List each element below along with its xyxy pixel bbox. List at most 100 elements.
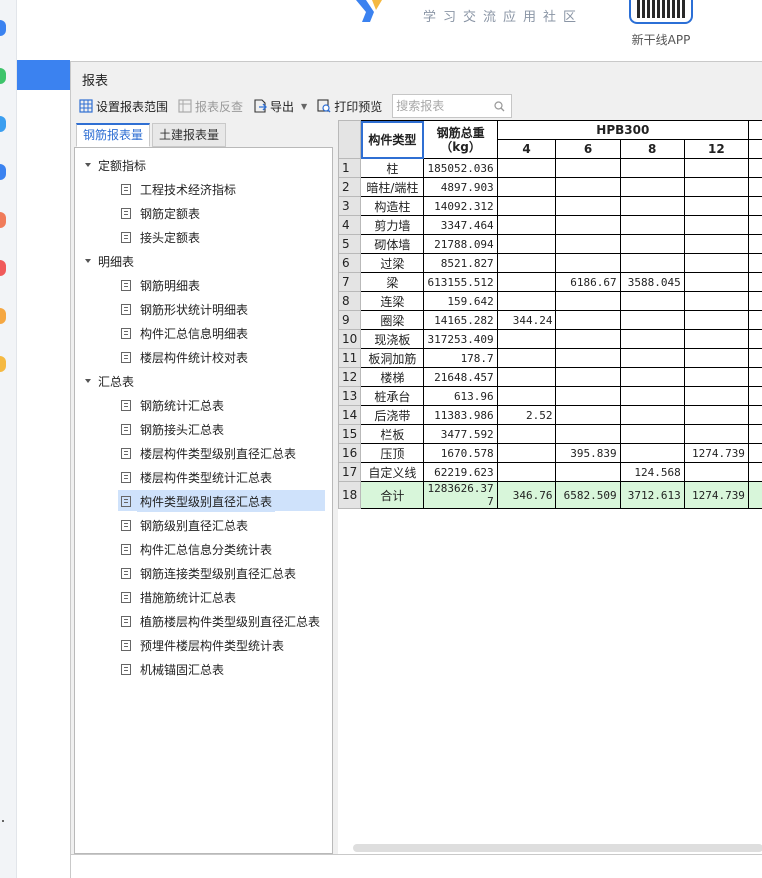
cell-value[interactable]: 1274.739 xyxy=(683,481,749,509)
header-diameter[interactable]: 4 xyxy=(496,139,557,159)
cell-value[interactable]: 317253.409 xyxy=(423,329,498,349)
cell-member-type[interactable]: 暗柱/端柱 xyxy=(360,177,425,197)
cell-member-type[interactable]: 后浇带 xyxy=(360,405,425,425)
report-reverse-button[interactable]: 报表反查 xyxy=(178,98,243,115)
cell-value[interactable] xyxy=(683,348,749,368)
cell-value[interactable]: 62219.623 xyxy=(423,462,498,482)
cell-value[interactable] xyxy=(496,424,557,444)
tree-group[interactable]: 明细表 xyxy=(75,249,332,273)
cell-value[interactable] xyxy=(555,291,621,311)
cell-value[interactable] xyxy=(619,177,685,197)
cell-member-type[interactable]: 桩承台 xyxy=(360,386,425,406)
table-row[interactable]: 1 柱 185052.036 xyxy=(338,158,762,178)
cell-value[interactable] xyxy=(496,272,557,292)
tree-item[interactable]: 钢筋接头汇总表 xyxy=(75,417,332,441)
cell-value[interactable] xyxy=(683,424,749,444)
cell-value[interactable]: 11383.986 xyxy=(423,405,498,425)
cell-value[interactable]: 124.568 xyxy=(619,462,685,482)
tree-item[interactable]: 钢筋统计汇总表 xyxy=(75,393,332,417)
rail-app-icon[interactable] xyxy=(0,212,6,228)
cell-value[interactable] xyxy=(619,443,685,463)
cell-value[interactable] xyxy=(496,158,557,178)
cell-value[interactable] xyxy=(555,329,621,349)
cell-member-type[interactable]: 楼梯 xyxy=(360,367,425,387)
cell-value[interactable] xyxy=(683,367,749,387)
cell-member-type[interactable]: 圈梁 xyxy=(360,310,425,330)
horizontal-scrollbar[interactable] xyxy=(353,844,762,852)
cell-value[interactable] xyxy=(683,405,749,425)
cell-member-type[interactable]: 构造柱 xyxy=(360,196,425,216)
table-row[interactable]: 5 砌体墙 21788.094 xyxy=(338,234,762,254)
caret-down-icon[interactable] xyxy=(85,163,91,167)
cell-value[interactable] xyxy=(555,348,621,368)
export-button[interactable]: 导出 ▼ xyxy=(253,98,307,115)
rail-app-icon[interactable] xyxy=(0,308,6,324)
cell-value[interactable] xyxy=(496,291,557,311)
cell-member-type[interactable]: 自定义线 xyxy=(360,462,425,482)
cell-value[interactable] xyxy=(555,177,621,197)
cell-value[interactable]: 1670.578 xyxy=(423,443,498,463)
cell-value[interactable] xyxy=(555,424,621,444)
table-row[interactable]: 4 剪力墙 3347.464 xyxy=(338,215,762,235)
set-report-range-button[interactable]: 设置报表范围 xyxy=(79,98,168,115)
tree-item[interactable]: 工程技术经济指标 xyxy=(75,177,332,201)
cell-value[interactable]: 3588.045 xyxy=(619,272,685,292)
cell-value[interactable] xyxy=(555,462,621,482)
search-icon[interactable] xyxy=(494,100,505,112)
cell-value[interactable] xyxy=(619,386,685,406)
cell-member-type[interactable]: 砌体墙 xyxy=(360,234,425,254)
tree-item[interactable]: 构件汇总信息明细表 xyxy=(75,321,332,345)
tree-item[interactable]: 楼层构件统计校对表 xyxy=(75,345,332,369)
cell-value[interactable] xyxy=(683,291,749,311)
tab-rebar-report[interactable]: 钢筋报表量 xyxy=(76,123,151,147)
tree-item[interactable]: 楼层构件类型级别直径汇总表 xyxy=(75,441,332,465)
app-download-label[interactable]: 新干线APP xyxy=(629,31,693,48)
cell-value[interactable]: 3347.464 xyxy=(423,215,498,235)
cell-value[interactable] xyxy=(619,196,685,216)
cell-value[interactable] xyxy=(619,234,685,254)
cell-value[interactable] xyxy=(683,215,749,235)
cell-value[interactable] xyxy=(683,253,749,273)
table-total-row[interactable]: 18 合计 1283626.377 346.76 6582.509 3712.613 127… xyxy=(338,481,762,509)
rail-app-icon[interactable] xyxy=(0,164,6,180)
cell-value[interactable] xyxy=(619,367,685,387)
cell-value[interactable] xyxy=(555,253,621,273)
cell-member-type[interactable]: 现浇板 xyxy=(360,329,425,349)
cell-value[interactable] xyxy=(496,196,557,216)
cell-value[interactable] xyxy=(555,310,621,330)
cell-value[interactable]: 613155.512 xyxy=(423,272,498,292)
cell-value[interactable] xyxy=(496,386,557,406)
cell-value[interactable] xyxy=(496,177,557,197)
tree-item[interactable]: 钢筋级别直径汇总表 xyxy=(75,513,332,537)
cell-value[interactable]: 1283626.377 xyxy=(423,481,498,509)
cell-value[interactable] xyxy=(496,329,557,349)
cell-value[interactable] xyxy=(619,424,685,444)
table-row[interactable]: 3 构造柱 14092.312 xyxy=(338,196,762,216)
cell-value[interactable] xyxy=(683,234,749,254)
cell-value[interactable] xyxy=(683,310,749,330)
tree-item[interactable]: 钢筋明细表 xyxy=(75,273,332,297)
cell-value[interactable]: 2.52 xyxy=(496,405,557,425)
cell-member-type[interactable]: 合计 xyxy=(360,481,425,509)
tree-group[interactable]: 定额指标 xyxy=(75,153,332,177)
cell-value[interactable] xyxy=(555,405,621,425)
tree-item[interactable]: 植筋楼层构件类型级别直径汇总表 xyxy=(75,609,332,633)
cell-value[interactable] xyxy=(555,196,621,216)
cell-member-type[interactable]: 板洞加筋 xyxy=(360,348,425,368)
cell-member-type[interactable]: 连梁 xyxy=(360,291,425,311)
cell-value[interactable] xyxy=(619,310,685,330)
cell-value[interactable] xyxy=(683,329,749,349)
cell-value[interactable] xyxy=(619,329,685,349)
table-row[interactable]: 9 圈梁 14165.282 344.24 xyxy=(338,310,762,330)
cell-value[interactable] xyxy=(496,367,557,387)
cell-value[interactable] xyxy=(496,443,557,463)
table-row[interactable]: 13 桩承台 613.96 xyxy=(338,386,762,406)
report-search-box[interactable] xyxy=(392,94,513,118)
cell-member-type[interactable]: 梁 xyxy=(360,272,425,292)
cell-value[interactable] xyxy=(555,234,621,254)
tree-item[interactable]: 钢筋形状统计明细表 xyxy=(75,297,332,321)
table-row[interactable]: 8 连梁 159.642 xyxy=(338,291,762,311)
cell-value[interactable]: 178.7 xyxy=(423,348,498,368)
cell-value[interactable]: 159.642 xyxy=(423,291,498,311)
table-row[interactable]: 10 现浇板 317253.409 xyxy=(338,329,762,349)
